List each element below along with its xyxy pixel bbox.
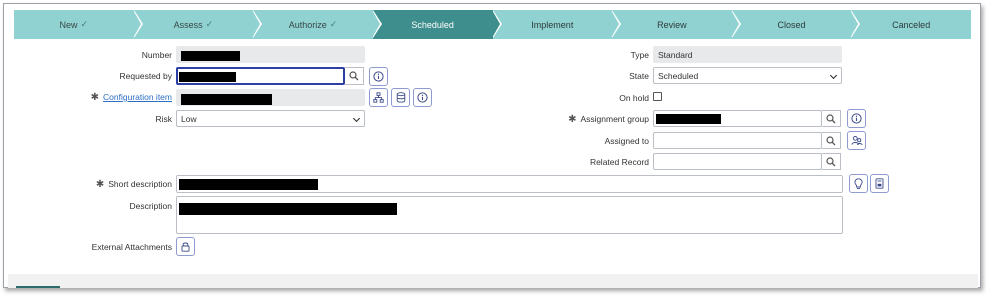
risk-select[interactable]: Low (176, 110, 365, 127)
required-icon: ✱ (95, 179, 105, 190)
check-icon: ✓ (329, 19, 338, 29)
flow-step-new[interactable]: New ✓ (14, 10, 143, 39)
search-icon (826, 156, 836, 166)
flow-step-authorize[interactable]: Authorize ✓ (253, 10, 382, 39)
flow-step-label: Assess (173, 19, 203, 30)
assigned-to-search-button[interactable] (822, 132, 841, 149)
redacted-value (179, 72, 236, 82)
active-tab-indicator[interactable] (16, 286, 60, 288)
flow-step-label: Implement (531, 19, 574, 30)
assigned-to-field[interactable] (653, 132, 822, 149)
flow-step-label: Scheduled (411, 19, 454, 30)
flow-step-label: Closed (777, 19, 806, 30)
configuration-item-link[interactable]: Configuration item (103, 92, 172, 102)
flow-step-label: Review (657, 19, 687, 30)
flow-step-canceled[interactable]: Canceled (851, 10, 971, 39)
users-icon (851, 136, 862, 146)
related-record-label: Related Record (589, 157, 649, 167)
short-description-label-text: Short description (108, 179, 172, 189)
assignment-group-info-button[interactable] (847, 109, 866, 128)
risk-value: Low (181, 113, 197, 124)
assignment-group-field[interactable] (653, 110, 822, 127)
search-icon (826, 113, 836, 123)
flow-step-closed[interactable]: Closed (732, 10, 860, 39)
required-icon: ✱ (568, 114, 577, 125)
configuration-item-label: ✱ Configuration item (44, 92, 172, 103)
check-icon: ✓ (205, 19, 214, 29)
description-textarea[interactable] (176, 196, 843, 234)
external-attachments-button[interactable] (176, 237, 195, 256)
related-lists-tabs (8, 274, 978, 288)
number-field (176, 46, 365, 63)
state-select[interactable]: Scheduled (653, 67, 842, 84)
state-value: Scheduled (658, 70, 699, 81)
dependency-map-button[interactable] (369, 88, 388, 107)
redacted-value (179, 203, 397, 215)
configuration-item-field[interactable] (176, 89, 365, 106)
requested-by-field[interactable] (176, 67, 345, 85)
configuration-item-info-button[interactable] (413, 88, 432, 107)
database-button[interactable] (391, 88, 410, 107)
risk-label: Risk (155, 114, 172, 124)
number-label: Number (141, 50, 172, 60)
requested-by-label: Requested by (119, 71, 172, 81)
assignment-group-search-button[interactable] (822, 110, 841, 127)
requested-by-search-button[interactable] (345, 67, 364, 85)
info-icon (851, 113, 862, 124)
flow-step-label: New (59, 19, 78, 30)
search-icon (826, 135, 836, 145)
short-description-label: ✱ Short description (44, 179, 172, 190)
check-icon: ✓ (80, 19, 89, 29)
change-request-form: New ✓ Assess ✓ Authorize ✓ Scheduled Implem… (3, 3, 981, 288)
lightbulb-icon (854, 177, 863, 189)
redacted-value (181, 94, 272, 105)
type-field: Standard (653, 46, 842, 63)
on-hold-checkbox[interactable] (653, 92, 662, 101)
info-icon (417, 92, 428, 103)
assigned-to-users-button[interactable] (847, 131, 866, 150)
redacted-value (179, 179, 318, 190)
state-label: State (629, 71, 649, 81)
flow-step-label: Authorize (288, 19, 327, 30)
on-hold-label: On hold (619, 93, 649, 103)
redacted-value (656, 114, 721, 124)
related-record-field[interactable] (653, 153, 822, 170)
type-value: Standard (658, 49, 693, 60)
process-flow: New ✓ Assess ✓ Authorize ✓ Scheduled Implem… (14, 10, 971, 39)
related-record-search-button[interactable] (822, 153, 841, 170)
assignment-group-label-text: Assignment group (580, 114, 649, 124)
lock-icon (181, 242, 190, 252)
info-icon (373, 71, 384, 82)
flow-step-review[interactable]: Review (612, 10, 741, 39)
assignment-group-label: ✱ Assignment group (524, 114, 649, 125)
tree-icon (373, 92, 384, 103)
external-attachments-label: External Attachments (91, 242, 172, 252)
short-description-input[interactable] (176, 175, 843, 193)
flow-step-scheduled[interactable]: Scheduled (372, 10, 502, 39)
template-button[interactable] (870, 174, 889, 193)
requested-by-info-button[interactable] (369, 67, 388, 86)
suggestion-button[interactable] (849, 174, 868, 193)
assigned-to-label: Assigned to (604, 136, 649, 146)
required-icon: ✱ (90, 92, 100, 103)
flow-step-label: Canceled (892, 19, 931, 30)
flow-step-assess[interactable]: Assess ✓ (134, 10, 262, 39)
book-icon (875, 178, 884, 189)
flow-step-implement[interactable]: Implement (493, 10, 621, 39)
type-label: Type (630, 50, 649, 60)
database-icon (396, 92, 405, 103)
redacted-value (181, 51, 240, 61)
description-label: Description (129, 201, 172, 211)
search-icon (349, 71, 359, 81)
